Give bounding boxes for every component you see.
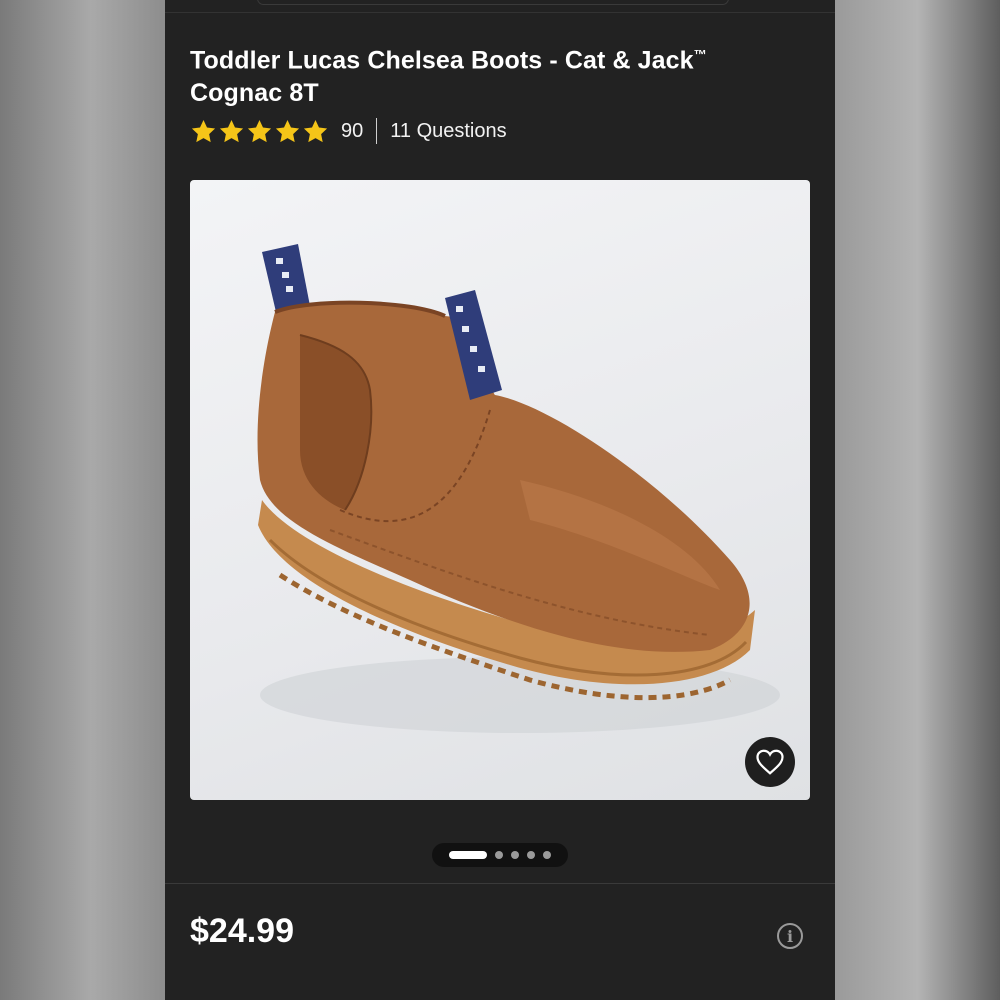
- search-bar-edge[interactable]: [257, 0, 729, 5]
- info-glyph: i: [786, 926, 794, 946]
- trademark-symbol: ™: [693, 47, 707, 62]
- star-rating: [190, 118, 329, 145]
- boot-image: [257, 244, 780, 733]
- product-image[interactable]: [190, 180, 810, 800]
- star-icon: [219, 119, 244, 142]
- favorite-button[interactable]: [745, 737, 795, 787]
- star-icon: [247, 119, 272, 142]
- product-title-text: Toddler Lucas Chelsea Boots - Cat & Jack: [190, 46, 694, 75]
- divider: [376, 118, 378, 144]
- price: $24.99: [190, 912, 294, 950]
- background-right: [835, 0, 1000, 1000]
- rating-row[interactable]: 90 11 Questions: [190, 117, 507, 145]
- carousel-dot[interactable]: [495, 851, 503, 859]
- carousel-dot-active[interactable]: [449, 851, 487, 859]
- product-variant: Cognac 8T: [190, 79, 319, 108]
- star-icon: [275, 119, 300, 142]
- background-left: [0, 0, 165, 1000]
- product-title: Toddler Lucas Chelsea Boots - Cat & Jack…: [190, 38, 810, 110]
- section-divider: [165, 883, 835, 884]
- star-icon: [191, 119, 216, 142]
- product-screen: Toddler Lucas Chelsea Boots - Cat & Jack…: [165, 0, 835, 1000]
- info-icon[interactable]: i: [777, 923, 803, 949]
- top-bar: [165, 0, 835, 13]
- rating-count[interactable]: 90: [341, 120, 363, 143]
- carousel-indicator[interactable]: [432, 843, 568, 867]
- star-icon: [303, 119, 328, 142]
- carousel-dot[interactable]: [511, 851, 519, 859]
- carousel-dot[interactable]: [527, 851, 535, 859]
- heart-icon: [756, 749, 784, 775]
- carousel-dot[interactable]: [543, 851, 551, 859]
- questions-link[interactable]: 11 Questions: [390, 120, 506, 143]
